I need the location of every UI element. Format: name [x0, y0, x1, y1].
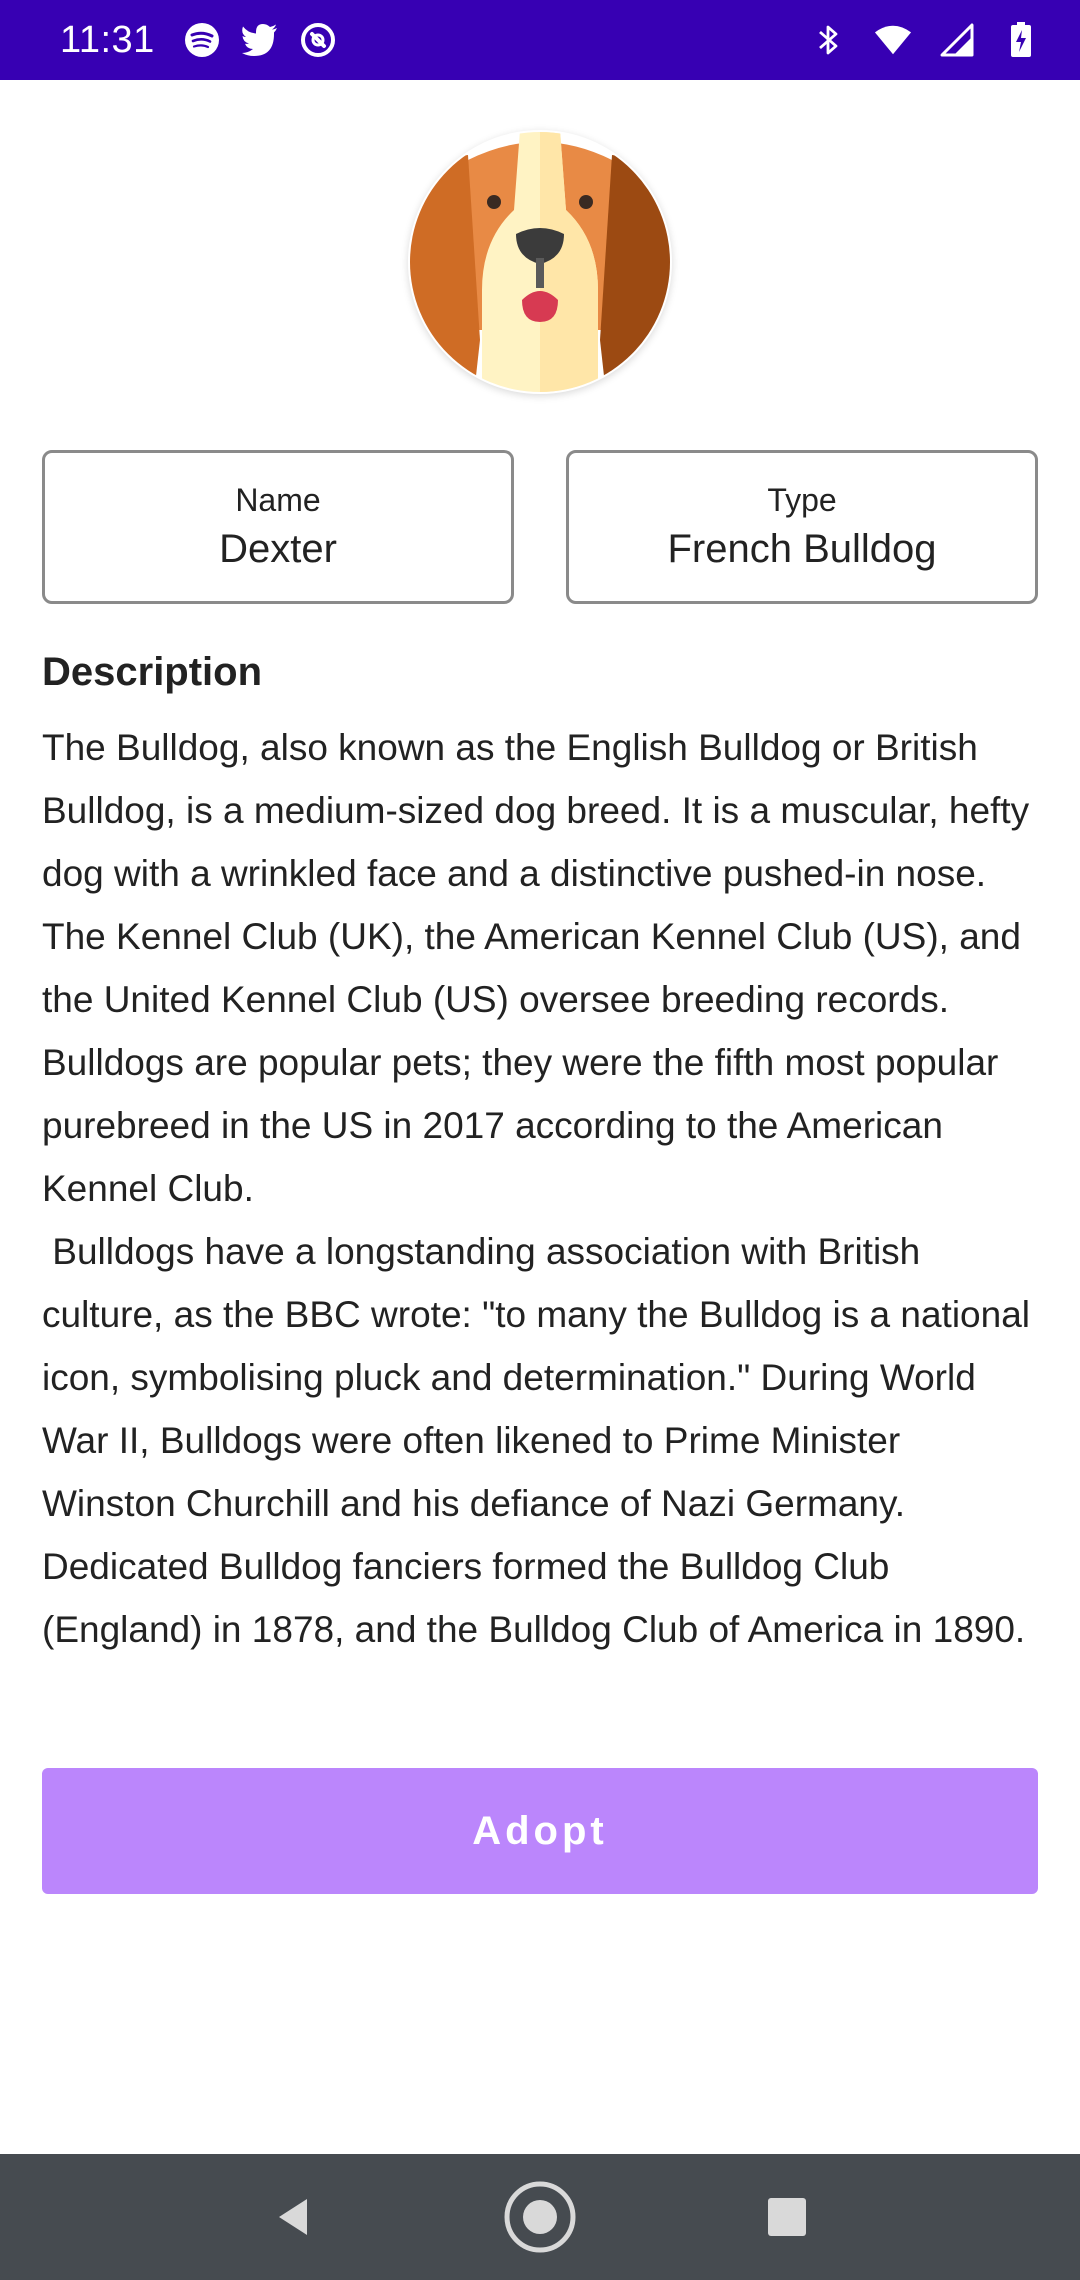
signal-icon: [938, 21, 976, 59]
status-bar: 11:31: [0, 0, 1080, 80]
status-right: [810, 21, 1040, 59]
bluetooth-icon: [810, 21, 848, 59]
back-button[interactable]: [253, 2177, 333, 2257]
status-left: 11:31: [60, 19, 337, 62]
name-value: Dexter: [219, 527, 337, 571]
type-label: Type: [767, 482, 837, 518]
pet-avatar: [408, 130, 672, 394]
battery-icon: [1002, 21, 1040, 59]
navigation-bar: [0, 2154, 1080, 2280]
description-paragraph: Bulldogs have a longstanding association…: [42, 1231, 1041, 1650]
description-heading: Description: [42, 650, 263, 694]
type-field[interactable]: Type French Bulldog: [566, 450, 1038, 604]
name-label: Name: [235, 482, 321, 518]
recents-icon: [767, 2198, 806, 2236]
status-time: 11:31: [60, 18, 155, 61]
home-button[interactable]: [500, 2177, 580, 2257]
back-icon: [279, 2199, 308, 2235]
name-field[interactable]: Name Dexter: [42, 450, 514, 604]
spotify-icon: [183, 21, 221, 59]
recents-button[interactable]: [747, 2177, 827, 2257]
twitter-icon: [241, 21, 279, 59]
dog-face-icon: [410, 132, 670, 392]
wifi-icon: [874, 21, 912, 59]
home-icon: [504, 2181, 576, 2253]
at-sign-icon: [299, 21, 337, 59]
description-body: The Bulldog, also known as the English B…: [42, 716, 1042, 1661]
type-value: French Bulldog: [667, 527, 937, 571]
adopt-button[interactable]: Adopt: [42, 1768, 1038, 1894]
description-paragraph: The Bulldog, also known as the English B…: [42, 727, 1030, 1209]
